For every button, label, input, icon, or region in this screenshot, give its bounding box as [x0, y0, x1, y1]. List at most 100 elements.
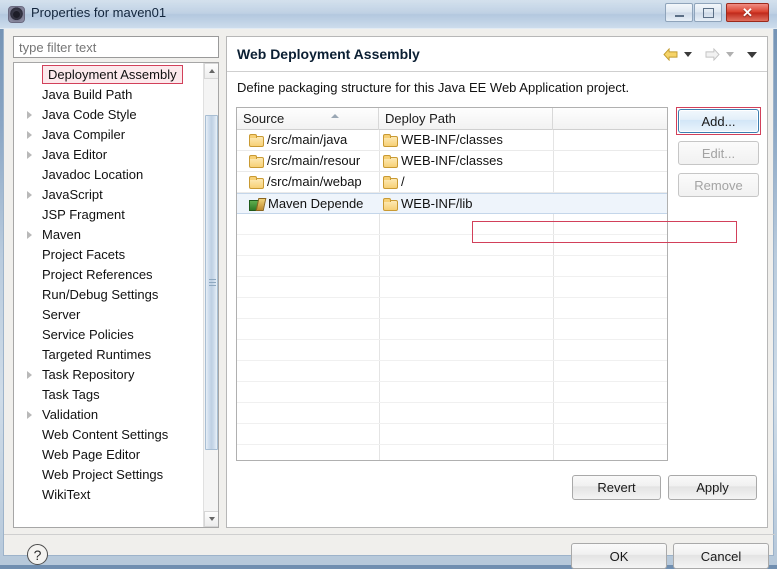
sort-ascending-icon — [331, 114, 339, 118]
cell-deploy-path-text: / — [401, 174, 405, 189]
settings-tree[interactable]: Deployment Assembly Java Build Path Java C… — [13, 62, 219, 528]
table-row-empty[interactable] — [237, 382, 667, 403]
assembly-table[interactable]: Source Deploy Path /src/main/java WEB-INF… — [236, 107, 668, 461]
table-row-empty[interactable] — [237, 256, 667, 277]
tree-item-deployment-assembly[interactable]: Deployment Assembly — [14, 65, 203, 85]
tree-item-java-code-style[interactable]: Java Code Style — [14, 105, 203, 125]
tree-item-task-repository[interactable]: Task Repository — [14, 365, 203, 385]
chevron-right-icon[interactable] — [27, 131, 32, 139]
tree-item-project-references[interactable]: Project References — [14, 265, 203, 285]
scroll-down-button[interactable] — [204, 511, 218, 527]
chevron-right-icon[interactable] — [27, 151, 32, 159]
tree-item-service-policies[interactable]: Service Policies — [14, 325, 203, 345]
tree-item-wikitext[interactable]: WikiText — [14, 485, 203, 505]
table-row[interactable]: /src/main/webap / — [237, 172, 667, 193]
cell-source-text: Maven Depende — [268, 196, 364, 211]
tree-item-web-page-editor[interactable]: Web Page Editor — [14, 445, 203, 465]
table-row-empty[interactable] — [237, 361, 667, 382]
tree-item-java-compiler[interactable]: Java Compiler — [14, 125, 203, 145]
page-panel: Web Deployment Assembly Define packaging… — [226, 36, 768, 528]
close-button[interactable]: ✕ — [726, 3, 769, 22]
chevron-right-icon[interactable] — [27, 191, 32, 199]
maximize-button[interactable] — [694, 3, 722, 22]
remove-button[interactable]: Remove — [678, 173, 759, 197]
page-header: Web Deployment Assembly — [227, 37, 767, 72]
cell-deploy-path-text: WEB-INF/classes — [401, 153, 503, 168]
table-row-empty[interactable] — [237, 403, 667, 424]
tree-item-label: Targeted Runtimes — [42, 347, 152, 362]
tree-item-maven[interactable]: Maven — [14, 225, 203, 245]
filter-input[interactable] — [13, 36, 219, 58]
back-arrow-icon[interactable] — [663, 48, 678, 61]
tree-item-label: Java Compiler — [42, 127, 126, 142]
forward-arrow-icon — [705, 48, 720, 61]
help-icon[interactable]: ? — [27, 544, 48, 565]
tree-item-validation[interactable]: Validation — [14, 405, 203, 425]
cell-deploy-path: / — [379, 172, 553, 193]
tree-item-label: Run/Debug Settings — [42, 287, 159, 302]
tree-item-targeted-runtimes[interactable]: Targeted Runtimes — [14, 345, 203, 365]
title-bar[interactable]: Properties for maven01 ✕ — [0, 0, 777, 29]
tree-item-task-tags[interactable]: Task Tags — [14, 385, 203, 405]
scrollbar-thumb[interactable] — [205, 115, 218, 450]
revert-button[interactable]: Revert — [572, 475, 661, 500]
chevron-right-icon[interactable] — [27, 371, 32, 379]
table-row-empty[interactable] — [237, 340, 667, 361]
tree-scrollbar[interactable] — [203, 63, 218, 527]
folder-icon — [249, 155, 264, 168]
table-row[interactable]: Maven Depende WEB-INF/lib — [237, 193, 667, 214]
column-header-source[interactable]: Source — [237, 108, 379, 130]
column-header-deploy-path[interactable]: Deploy Path — [379, 108, 553, 130]
cell-source: /src/main/java — [237, 130, 379, 151]
tree-item-label: Server — [42, 307, 81, 322]
tree-item-server[interactable]: Server — [14, 305, 203, 325]
tree-item-java-editor[interactable]: Java Editor — [14, 145, 203, 165]
tree-item-web-project-settings[interactable]: Web Project Settings — [14, 465, 203, 485]
column-header-extra[interactable] — [553, 108, 667, 130]
chevron-right-icon[interactable] — [27, 411, 32, 419]
ok-button[interactable]: OK — [571, 543, 667, 569]
cell-source-text: /src/main/webap — [267, 174, 362, 189]
cell-deploy-path-text: WEB-INF/lib — [401, 196, 473, 211]
scroll-up-button[interactable] — [204, 63, 218, 79]
tree-item-label: Javadoc Location — [42, 167, 144, 182]
table-row-empty[interactable] — [237, 298, 667, 319]
cancel-button[interactable]: Cancel — [673, 543, 769, 569]
maximize-icon — [695, 4, 721, 21]
table-row-empty[interactable] — [237, 214, 667, 235]
tree-item-web-content-settings[interactable]: Web Content Settings — [14, 425, 203, 445]
tree-item-run-debug-settings[interactable]: Run/Debug Settings — [14, 285, 203, 305]
tree-item-java-build-path[interactable]: Java Build Path — [14, 85, 203, 105]
table-row-empty[interactable] — [237, 235, 667, 256]
table-row-empty[interactable] — [237, 424, 667, 445]
page-description: Define packaging structure for this Java… — [237, 80, 630, 95]
tree-item-label: Web Project Settings — [42, 467, 164, 482]
tree-item-javascript[interactable]: JavaScript — [14, 185, 203, 205]
back-dropdown-icon[interactable] — [684, 52, 692, 57]
apply-button[interactable]: Apply — [668, 475, 757, 500]
cell-extra — [553, 130, 667, 151]
add-button[interactable]: Add... — [678, 109, 759, 133]
chevron-right-icon[interactable] — [27, 231, 32, 239]
view-menu-icon[interactable] — [747, 52, 757, 58]
tree-item-jsp-fragment[interactable]: JSP Fragment — [14, 205, 203, 225]
tree-item-javadoc-location[interactable]: Javadoc Location — [14, 165, 203, 185]
footer-divider — [4, 534, 775, 535]
cell-deploy-path: WEB-INF/lib — [379, 194, 553, 215]
chevron-right-icon[interactable] — [27, 111, 32, 119]
minimize-button[interactable] — [665, 3, 693, 22]
tree-item-label: Java Build Path — [42, 87, 133, 102]
table-row[interactable]: /src/main/resour WEB-INF/classes — [237, 151, 667, 172]
table-row-empty[interactable] — [237, 277, 667, 298]
table-row[interactable]: /src/main/java WEB-INF/classes — [237, 130, 667, 151]
table-row-empty[interactable] — [237, 445, 667, 460]
table-header: Source Deploy Path — [237, 108, 667, 130]
table-row-empty[interactable] — [237, 319, 667, 340]
page-title: Web Deployment Assembly — [237, 46, 420, 62]
cell-source-text: /src/main/resour — [267, 153, 361, 168]
tree-item-project-facets[interactable]: Project Facets — [14, 245, 203, 265]
edit-button[interactable]: Edit... — [678, 141, 759, 165]
tree-item-label: Web Page Editor — [42, 447, 141, 462]
folder-icon — [249, 134, 264, 147]
cell-source: /src/main/resour — [237, 151, 379, 172]
